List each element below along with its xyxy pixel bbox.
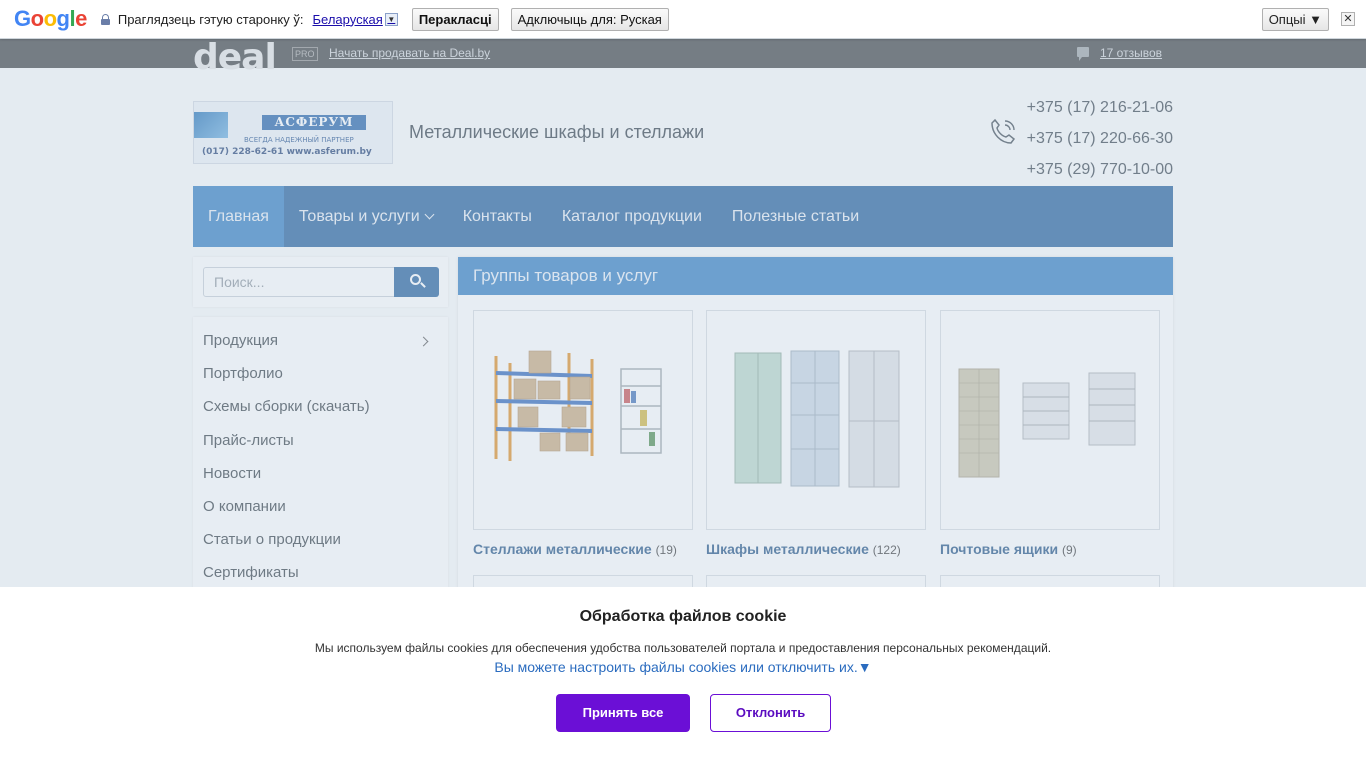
decline-button[interactable]: Отклонить xyxy=(710,694,831,732)
card-count: (9) xyxy=(1061,543,1077,557)
cookie-settings-link[interactable]: Вы можете настроить файлы cookies или от… xyxy=(0,659,1366,675)
nav-item-home[interactable]: Главная xyxy=(193,186,284,247)
phone-icon xyxy=(991,118,1016,144)
nav-label: Товары и услуги xyxy=(298,207,420,225)
nav-item-contacts[interactable]: Контакты xyxy=(448,186,547,247)
shelving-image xyxy=(494,350,662,461)
chevron-right-icon xyxy=(418,336,429,347)
company-banner[interactable]: АСФЕРУМ ВСЕГДА НАДЕЖНЫЙ ПАРТНЕР (017) 22… xyxy=(193,101,393,164)
sidebar-item-certificates[interactable]: Сертификаты xyxy=(193,556,448,589)
product-card-shelving[interactable] xyxy=(473,310,693,530)
site-content: deal PRO Начать продавать на Deal.by 17 … xyxy=(0,39,1366,597)
card-label-cabinets[interactable]: Шкафы металлические (122) xyxy=(706,541,901,557)
banner-graphic xyxy=(194,112,228,138)
close-icon[interactable]: ✕ xyxy=(1341,12,1355,26)
nav-item-articles[interactable]: Полезные статьи xyxy=(717,186,874,247)
sidebar-item-label: Новости xyxy=(203,464,262,482)
disable-translate-button[interactable]: Адключыць для: Руская xyxy=(510,7,669,31)
banner-motto: ВСЕГДА НАДЕЖНЫЙ ПАРТНЕР xyxy=(244,136,354,144)
product-groups: Группы товаров и услуг Стеллажи металлич… xyxy=(458,257,1173,597)
sidebar-item-label: Портфолио xyxy=(203,365,283,383)
product-card-cabinets[interactable] xyxy=(706,310,926,530)
banner-name: АСФЕРУМ xyxy=(262,115,366,130)
nav-label: Каталог продукции xyxy=(561,207,702,225)
search-button[interactable] xyxy=(394,267,439,297)
sidebar-item-label: Сертификаты xyxy=(203,564,299,582)
sidebar-menu: Продукция Портфолио Схемы сборки (скачат… xyxy=(193,317,448,597)
card-count: (122) xyxy=(872,543,901,557)
accept-all-button[interactable]: Принять все xyxy=(556,694,690,732)
cookie-text: Мы используем файлы cookies для обеспече… xyxy=(314,641,1052,655)
options-button[interactable]: Опцыі ▼ xyxy=(1261,8,1329,31)
card-title: Почтовые ящики xyxy=(940,541,1059,557)
cookie-title: Обработка файлов cookie xyxy=(579,608,787,625)
site-title: Металлические шкафы и стеллажи xyxy=(409,122,705,142)
mailboxes-image xyxy=(958,368,1136,478)
nav-item-products[interactable]: Товары и услуги xyxy=(284,186,448,247)
deal-logo[interactable]: deal xyxy=(193,40,277,76)
nav-label: Контакты xyxy=(462,207,532,225)
cabinets-image xyxy=(734,350,900,488)
nav-label: Полезные статьи xyxy=(731,207,860,225)
lock-icon xyxy=(100,13,110,25)
chevron-down-icon xyxy=(424,209,435,220)
cookie-consent: Обработка файлов cookie Мы используем фа… xyxy=(0,587,1366,768)
search-input[interactable]: Поиск... xyxy=(203,267,395,297)
translate-button[interactable]: Перакласці xyxy=(411,7,499,31)
sidebar-item-label: Статьи о продукции xyxy=(203,531,341,549)
translate-bar: Google Праглядзець гэтую старонку ў: Бел… xyxy=(0,0,1366,39)
card-count: (19) xyxy=(655,543,677,557)
card-title: Стеллажи металлические xyxy=(473,541,652,557)
card-title: Шкафы металлические xyxy=(706,541,869,557)
translate-prompt: Праглядзець гэтую старонку ў: xyxy=(117,11,304,27)
sidebar-item-product-articles[interactable]: Статьи о продукции xyxy=(193,523,448,556)
sidebar-item-prices[interactable]: Прайс-листы xyxy=(193,424,448,457)
search-icon-handle xyxy=(420,282,426,288)
sidebar-item-schemes[interactable]: Схемы сборки (скачать) xyxy=(193,390,448,423)
sidebar-item-portfolio[interactable]: Портфолио xyxy=(193,357,448,390)
sidebar-item-label: О компании xyxy=(203,498,286,516)
card-label-shelving[interactable]: Стеллажи металлические (19) xyxy=(473,541,677,557)
phone-number[interactable]: +375 (17) 220-66-30 xyxy=(1027,123,1173,154)
groups-title: Группы товаров и услуг xyxy=(458,257,1173,295)
phone-list: +375 (17) 216-21-06 +375 (17) 220-66-30 … xyxy=(1027,92,1173,185)
google-logo: Google xyxy=(14,6,87,31)
phone-number[interactable]: +375 (17) 216-21-06 xyxy=(1027,92,1173,123)
comment-icon xyxy=(1077,47,1089,61)
banner-contact: (017) 228-62-61 www.asferum.by xyxy=(202,147,372,157)
language-label: Беларуская xyxy=(312,11,383,27)
sidebar-item-products[interactable]: Продукция xyxy=(193,324,448,357)
sidebar-item-label: Прайс-листы xyxy=(203,431,294,449)
sidebar-item-news[interactable]: Новости xyxy=(193,457,448,490)
start-selling-link[interactable]: Начать продавать на Deal.by xyxy=(329,46,490,60)
deal-top-bar: deal PRO Начать продавать на Deal.by 17 … xyxy=(0,39,1366,76)
site-header: АСФЕРУМ ВСЕГДА НАДЕЖНЫЙ ПАРТНЕР (017) 22… xyxy=(193,99,1173,186)
chevron-down-icon: ▼ xyxy=(384,12,398,26)
nav-label: Главная xyxy=(208,207,269,225)
product-card-mailboxes[interactable] xyxy=(940,310,1160,530)
search-panel: Поиск... xyxy=(193,257,448,307)
sidebar-item-about[interactable]: О компании xyxy=(193,490,448,523)
reviews-link[interactable]: 17 отзывов xyxy=(1100,46,1162,60)
card-label-mailboxes[interactable]: Почтовые ящики (9) xyxy=(940,541,1077,557)
sidebar-item-label: Продукция xyxy=(203,332,279,350)
language-select[interactable]: Беларуская ▼ xyxy=(313,12,398,27)
main-nav: Главная Товары и услуги Контакты Каталог… xyxy=(193,186,1173,247)
sidebar-item-label: Схемы сборки (скачать) xyxy=(203,398,370,416)
nav-item-catalog[interactable]: Каталог продукции xyxy=(547,186,717,247)
pro-badge: PRO xyxy=(292,47,318,61)
phone-number[interactable]: +375 (29) 770-10-00 xyxy=(1027,154,1173,185)
